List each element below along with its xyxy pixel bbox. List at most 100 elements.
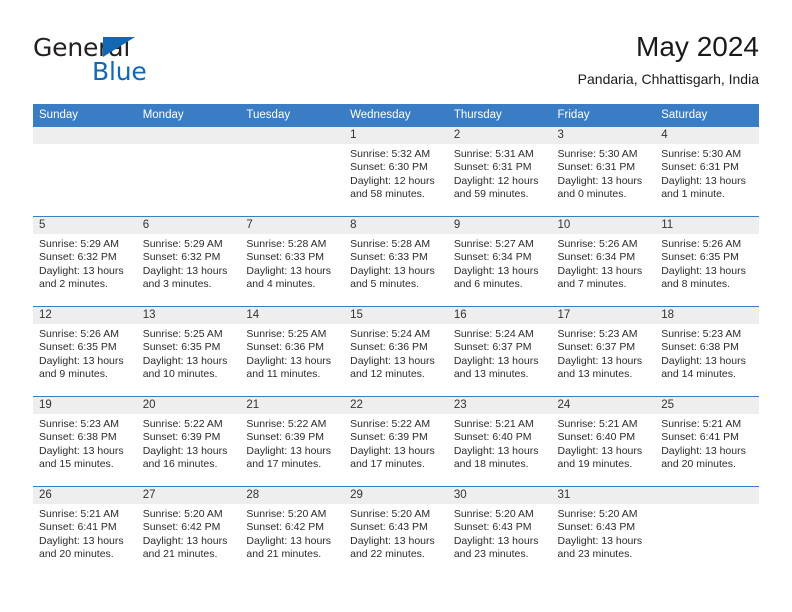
day-sun-info: Sunrise: 5:23 AM Sunset: 6:38 PM Daylight:…: [655, 324, 759, 382]
daylight-duration-line1: Daylight: 13 hours: [453, 264, 539, 277]
calendar-day-cell[interactable]: 7 Sunrise: 5:28 AM Sunset: 6:33 PM Daylight…: [240, 216, 345, 307]
calendar-day-cell[interactable]: 15 Sunrise: 5:24 AM Sunset: 6:36 PM Dayligh…: [344, 306, 448, 397]
calendar-day-cell[interactable]: 28 Sunrise: 5:20 AM Sunset: 6:42 PM Dayligh…: [240, 486, 345, 576]
title-block: May 2024 Pandaria, Chhattisgarh, India: [578, 30, 759, 88]
day-cell-inner: 16 Sunrise: 5:24 AM Sunset: 6:37 PM Dayligh…: [447, 307, 552, 396]
sunrise-time: Sunrise: 5:23 AM: [661, 328, 742, 340]
daylight-duration-line2: and 11 minutes.: [246, 368, 321, 381]
sunset-time: Sunset: 6:34 PM: [557, 251, 636, 264]
calendar-day-cell[interactable]: 29 Sunrise: 5:20 AM Sunset: 6:43 PM Dayligh…: [344, 486, 448, 576]
day-cell-inner: 23 Sunrise: 5:21 AM Sunset: 6:40 PM Dayligh…: [447, 397, 552, 486]
calendar-day-cell[interactable]: 18 Sunrise: 5:23 AM Sunset: 6:38 PM Dayligh…: [655, 306, 759, 397]
day-number: 20: [136, 397, 241, 414]
sunset-time: Sunset: 6:40 PM: [557, 431, 636, 444]
sunset-time: Sunset: 6:32 PM: [142, 251, 221, 264]
calendar-day-cell[interactable]: 9 Sunrise: 5:27 AM Sunset: 6:34 PM Daylight…: [447, 216, 552, 307]
day-sun-info: Sunrise: 5:21 AM Sunset: 6:41 PM Daylight:…: [33, 504, 137, 562]
day-number: 8: [344, 217, 448, 234]
calendar-day-cell[interactable]: 20 Sunrise: 5:22 AM Sunset: 6:39 PM Dayligh…: [136, 396, 241, 487]
sunrise-time: Sunrise: 5:26 AM: [39, 328, 119, 340]
calendar-day-cell[interactable]: 16 Sunrise: 5:24 AM Sunset: 6:37 PM Dayligh…: [447, 306, 552, 397]
day-number: 9: [447, 217, 552, 234]
daylight-duration-line1: Daylight: 13 hours: [661, 444, 746, 457]
calendar-day-cell[interactable]: 17 Sunrise: 5:23 AM Sunset: 6:37 PM Dayligh…: [551, 306, 656, 397]
calendar-day-cell[interactable]: 31 Sunrise: 5:20 AM Sunset: 6:43 PM Dayligh…: [551, 486, 656, 576]
daylight-duration-line2: and 17 minutes.: [246, 458, 322, 471]
day-number: 7: [240, 217, 345, 234]
sunrise-time: Sunrise: 5:25 AM: [246, 328, 327, 340]
day-number: [33, 127, 137, 144]
calendar-day-cell[interactable]: 11 Sunrise: 5:26 AM Sunset: 6:35 PM Dayligh…: [655, 216, 759, 307]
daylight-duration-line2: and 17 minutes.: [350, 458, 425, 471]
logo-triangle-icon: [103, 37, 135, 57]
daylight-duration-line1: Daylight: 13 hours: [246, 534, 332, 547]
daylight-duration-line2: and 5 minutes.: [350, 278, 419, 291]
calendar-day-cell[interactable]: 4 Sunrise: 5:30 AM Sunset: 6:31 PM Daylight…: [655, 126, 759, 217]
page-title: May 2024: [636, 31, 759, 62]
sunrise-time: Sunrise: 5:20 AM: [557, 508, 638, 520]
day-number: 29: [344, 487, 448, 504]
day-sun-info: Sunrise: 5:28 AM Sunset: 6:33 PM Daylight:…: [344, 234, 448, 292]
day-sun-info: Sunrise: 5:21 AM Sunset: 6:41 PM Daylight:…: [655, 414, 759, 472]
calendar-day-cell[interactable]: 8 Sunrise: 5:28 AM Sunset: 6:33 PM Daylight…: [344, 216, 448, 307]
calendar-day-cell[interactable]: 21 Sunrise: 5:22 AM Sunset: 6:39 PM Dayligh…: [240, 396, 345, 487]
calendar-day-cell[interactable]: 14 Sunrise: 5:25 AM Sunset: 6:36 PM Dayligh…: [240, 306, 345, 397]
general-blue-logo[interactable]: General Blue: [33, 34, 223, 90]
sunset-time: Sunset: 6:40 PM: [453, 431, 532, 444]
calendar-day-cell[interactable]: 12 Sunrise: 5:26 AM Sunset: 6:35 PM Dayligh…: [33, 306, 137, 397]
day-sun-info: Sunrise: 5:25 AM Sunset: 6:36 PM Daylight:…: [240, 324, 344, 382]
daylight-duration-line1: Daylight: 13 hours: [557, 444, 643, 457]
sunset-time: Sunset: 6:35 PM: [661, 251, 739, 264]
day-cell-inner: 29 Sunrise: 5:20 AM Sunset: 6:43 PM Dayligh…: [344, 487, 448, 576]
sunrise-time: Sunrise: 5:21 AM: [39, 508, 119, 520]
calendar-week-row: 1 Sunrise: 5:32 AM Sunset: 6:30 PM Daylight…: [33, 126, 759, 217]
day-number: [655, 487, 759, 504]
daylight-duration-line1: Daylight: 13 hours: [453, 534, 539, 547]
calendar-day-cell-empty: [240, 126, 345, 217]
calendar-day-cell[interactable]: 22 Sunrise: 5:22 AM Sunset: 6:39 PM Dayligh…: [344, 396, 448, 487]
sunrise-time: Sunrise: 5:31 AM: [453, 148, 534, 160]
calendar-day-cell[interactable]: 3 Sunrise: 5:30 AM Sunset: 6:31 PM Daylight…: [551, 126, 656, 217]
day-cell-inner: 28 Sunrise: 5:20 AM Sunset: 6:42 PM Dayligh…: [240, 487, 345, 576]
calendar-day-cell[interactable]: 27 Sunrise: 5:20 AM Sunset: 6:42 PM Dayligh…: [136, 486, 241, 576]
calendar-day-cell[interactable]: 2 Sunrise: 5:31 AM Sunset: 6:31 PM Daylight…: [447, 126, 552, 217]
daylight-duration-line2: and 59 minutes.: [453, 188, 529, 201]
page-subtitle: Pandaria, Chhattisgarh, India: [577, 71, 759, 87]
day-sun-info: Sunrise: 5:26 AM Sunset: 6:34 PM Daylight:…: [552, 234, 656, 292]
calendar-day-cell[interactable]: 1 Sunrise: 5:32 AM Sunset: 6:30 PM Daylight…: [344, 126, 448, 217]
day-sun-info: Sunrise: 5:30 AM Sunset: 6:31 PM Daylight:…: [552, 144, 656, 202]
calendar-day-cell-empty: [136, 126, 241, 217]
sunrise-time: Sunrise: 5:22 AM: [246, 418, 327, 430]
sunrise-time: Sunrise: 5:28 AM: [350, 238, 431, 250]
calendar-day-cell[interactable]: 25 Sunrise: 5:21 AM Sunset: 6:41 PM Dayligh…: [655, 396, 759, 487]
day-cell-inner: 21 Sunrise: 5:22 AM Sunset: 6:39 PM Dayligh…: [240, 397, 345, 486]
day-cell-inner: 26 Sunrise: 5:21 AM Sunset: 6:41 PM Dayligh…: [33, 487, 137, 576]
daylight-duration-line2: and 20 minutes.: [39, 548, 114, 561]
calendar-day-cell[interactable]: 30 Sunrise: 5:20 AM Sunset: 6:43 PM Dayligh…: [447, 486, 552, 576]
day-number: 11: [655, 217, 759, 234]
calendar-day-cell[interactable]: 26 Sunrise: 5:21 AM Sunset: 6:41 PM Dayligh…: [33, 486, 137, 576]
daylight-duration-line1: Daylight: 13 hours: [39, 534, 124, 547]
calendar-day-cell[interactable]: 13 Sunrise: 5:25 AM Sunset: 6:35 PM Dayligh…: [136, 306, 241, 397]
calendar-day-cell[interactable]: 23 Sunrise: 5:21 AM Sunset: 6:40 PM Dayligh…: [447, 396, 552, 487]
calendar-day-cell[interactable]: 19 Sunrise: 5:23 AM Sunset: 6:38 PM Dayligh…: [33, 396, 137, 487]
sunrise-time: Sunrise: 5:20 AM: [142, 508, 223, 520]
sunrise-time: Sunrise: 5:27 AM: [453, 238, 534, 250]
calendar-day-cell[interactable]: 24 Sunrise: 5:21 AM Sunset: 6:40 PM Dayligh…: [551, 396, 656, 487]
sunset-time: Sunset: 6:32 PM: [39, 251, 117, 264]
weekday-header-saturday: Saturday: [655, 104, 759, 127]
day-number: 14: [240, 307, 345, 324]
day-cell-inner: 9 Sunrise: 5:27 AM Sunset: 6:34 PM Daylight…: [447, 217, 552, 306]
calendar-day-cell[interactable]: 6 Sunrise: 5:29 AM Sunset: 6:32 PM Daylight…: [136, 216, 241, 307]
sunset-time: Sunset: 6:35 PM: [142, 341, 221, 354]
daylight-duration-line2: and 21 minutes.: [246, 548, 322, 561]
calendar-day-cell[interactable]: 10 Sunrise: 5:26 AM Sunset: 6:34 PM Dayligh…: [551, 216, 656, 307]
daylight-duration-line1: Daylight: 13 hours: [39, 444, 124, 457]
day-sun-info: Sunrise: 5:23 AM Sunset: 6:38 PM Daylight:…: [33, 414, 137, 472]
sunrise-time: Sunrise: 5:30 AM: [661, 148, 742, 160]
calendar-day-cell[interactable]: 5 Sunrise: 5:29 AM Sunset: 6:32 PM Daylight…: [33, 216, 137, 307]
day-sun-info: Sunrise: 5:20 AM Sunset: 6:42 PM Daylight:…: [240, 504, 344, 562]
sunrise-time: Sunrise: 5:23 AM: [39, 418, 119, 430]
daylight-duration-line2: and 20 minutes.: [661, 458, 736, 471]
daylight-duration-line2: and 2 minutes.: [39, 278, 108, 291]
